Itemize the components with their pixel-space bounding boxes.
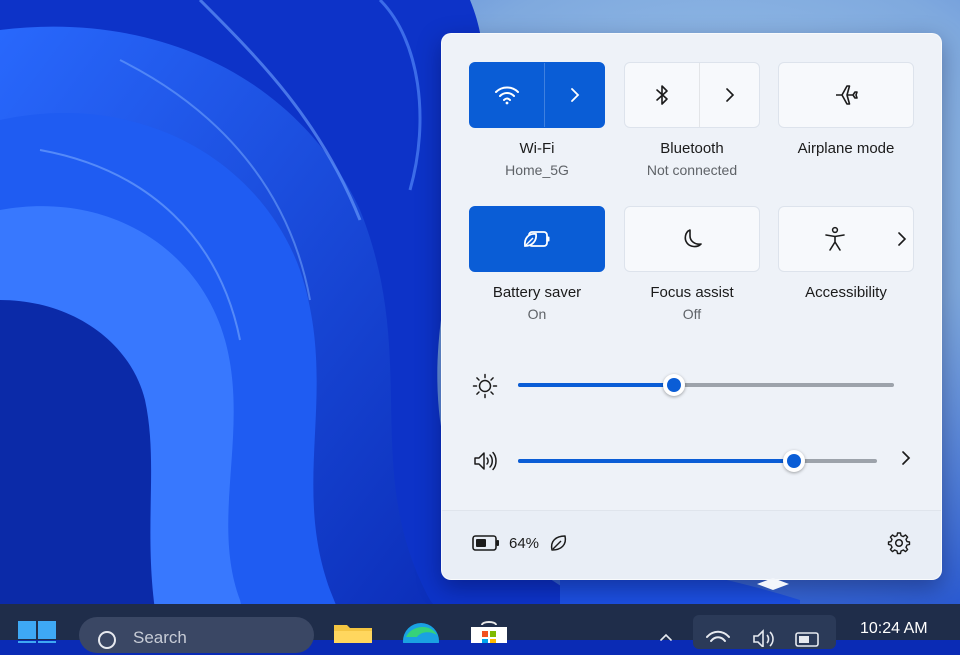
sound-output-chevron-icon[interactable] xyxy=(901,450,911,466)
bluetooth-toggle-main[interactable] xyxy=(625,63,699,127)
brightness-slider-thumb[interactable] xyxy=(663,374,686,396)
tile-label: Accessibility xyxy=(805,284,887,301)
bluetooth-expand-button[interactable] xyxy=(700,63,759,127)
airplane-icon xyxy=(836,85,858,105)
wifi-icon xyxy=(495,86,519,105)
accessibility-toggle[interactable] xyxy=(778,206,914,272)
battery-icon xyxy=(795,632,819,647)
moon-icon xyxy=(684,229,702,248)
volume-slider-thumb[interactable] xyxy=(783,450,806,472)
volume-slider-fill xyxy=(518,459,795,463)
focus-assist-toggle[interactable] xyxy=(624,206,760,272)
taskbar-search[interactable]: Search xyxy=(79,617,314,653)
quick-settings-panel: Wi-Fi Home_5G Bluetooth Not connected Ai… xyxy=(441,33,942,580)
tile-status: Home_5G xyxy=(505,162,569,178)
wifi-expand-button[interactable] xyxy=(545,63,604,127)
tile-label: Battery saver xyxy=(492,284,582,301)
tile-airplane-mode: Airplane mode xyxy=(778,62,914,157)
leaf-icon xyxy=(550,535,567,551)
tile-label: Focus assist xyxy=(650,284,734,301)
chevron-right-icon xyxy=(725,88,734,102)
chevron-right-icon xyxy=(898,232,907,246)
tile-wifi: Wi-Fi Home_5G xyxy=(469,62,605,178)
accessibility-toggle-main[interactable] xyxy=(779,207,891,271)
battery-icon xyxy=(472,535,499,551)
chevron-right-icon xyxy=(570,88,579,102)
tile-label: Airplane mode xyxy=(797,140,895,157)
tile-label: Bluetooth xyxy=(660,140,724,157)
quick-settings-footer: 64% xyxy=(442,510,941,579)
tile-label: Wi-Fi xyxy=(519,140,555,157)
bluetooth-icon xyxy=(656,85,668,105)
volume-slider[interactable] xyxy=(518,450,877,472)
tile-status: On xyxy=(527,306,547,322)
tile-status: Not connected xyxy=(646,162,738,178)
brightness-slider-fill xyxy=(518,383,675,387)
battery-percentage: 64% xyxy=(509,534,540,552)
accessibility-icon xyxy=(825,226,845,251)
volume-row xyxy=(442,446,941,476)
tile-status: Off xyxy=(682,306,702,322)
search-placeholder: Search xyxy=(133,628,187,647)
battery-saver-icon xyxy=(523,231,550,247)
speaker-icon xyxy=(474,451,497,471)
tile-battery-saver: Battery saver On xyxy=(469,206,605,322)
tile-focus-assist: Focus assist Off xyxy=(624,206,760,322)
tile-accessibility: Accessibility xyxy=(778,206,914,301)
taskbar-clock[interactable]: 10:24 AM xyxy=(860,620,928,638)
taskbar: Search 10:24 AM xyxy=(0,604,960,653)
battery-saver-toggle[interactable] xyxy=(469,206,605,272)
airplane-mode-toggle[interactable] xyxy=(778,62,914,128)
accessibility-expand-button[interactable] xyxy=(891,207,913,271)
gear-icon[interactable] xyxy=(887,531,911,555)
system-tray-quick-settings-button[interactable] xyxy=(693,615,836,649)
panel-caret xyxy=(757,578,789,590)
brightness-slider[interactable] xyxy=(518,374,894,396)
sun-icon xyxy=(472,373,498,399)
speaker-icon xyxy=(753,629,774,647)
wifi-toggle-main[interactable] xyxy=(470,63,544,127)
wifi-icon xyxy=(706,630,730,642)
wifi-toggle[interactable] xyxy=(469,62,605,128)
tile-bluetooth: Bluetooth Not connected xyxy=(624,62,760,178)
bluetooth-toggle[interactable] xyxy=(624,62,760,128)
battery-status[interactable]: 64% xyxy=(472,533,569,553)
search-icon xyxy=(98,631,116,649)
brightness-row xyxy=(442,370,941,400)
